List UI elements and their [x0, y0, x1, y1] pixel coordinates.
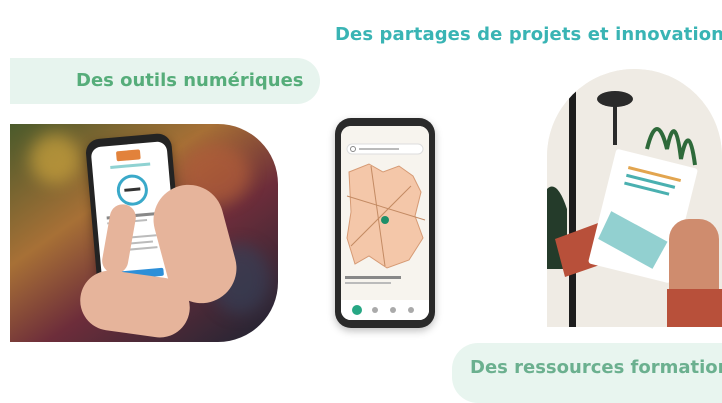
bokeh-spot: [30, 134, 80, 184]
map-illustration: [341, 126, 429, 320]
label-outils-numeriques: Des outils numériques: [76, 70, 304, 91]
label-outils-numeriques-pill: Des outils numériques: [10, 58, 320, 104]
phone-map-device: [335, 118, 435, 328]
brochure-illustration: [547, 69, 722, 327]
photo-brochure: [547, 69, 722, 327]
label-ressources-formation-pill: Des ressources formation: [452, 343, 722, 403]
photo-hands-phone: [10, 124, 278, 342]
map-screen: [341, 126, 429, 320]
label-projets-innovations: Des partages de projets et innovations: [335, 24, 722, 45]
label-ressources-formation: Des ressources formation: [470, 357, 722, 378]
